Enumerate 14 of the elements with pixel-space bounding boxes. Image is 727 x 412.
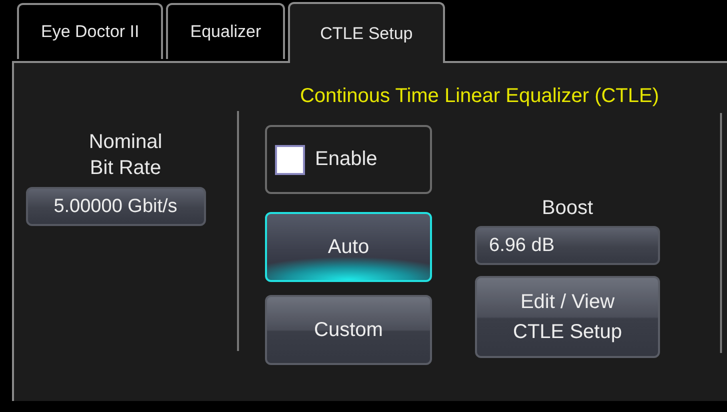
- bit-rate-label: Nominal Bit Rate: [88, 130, 164, 181]
- bit-rate-field[interactable]: 5.00000 Gbit/s: [26, 187, 206, 226]
- mode-button[interactable]: Custom: [265, 295, 432, 365]
- boost-label: Boost: [542, 196, 594, 221]
- mode-button[interactable]: Auto: [265, 212, 432, 282]
- enable-checkbox[interactable]: Enable: [265, 125, 432, 194]
- boost-field[interactable]: 6.96 dB: [475, 226, 660, 265]
- enable-label: Enable: [315, 148, 378, 171]
- checkbox-square[interactable]: [275, 144, 305, 174]
- tab[interactable]: Eye Doctor II: [17, 3, 164, 59]
- edit-view-button[interactable]: Edit / View CTLE Setup: [475, 276, 660, 358]
- tab[interactable]: CTLE Setup: [288, 2, 445, 63]
- tab[interactable]: Equalizer: [166, 3, 286, 59]
- section-title: Continous Time Linear Equalizer (CTLE): [300, 85, 660, 108]
